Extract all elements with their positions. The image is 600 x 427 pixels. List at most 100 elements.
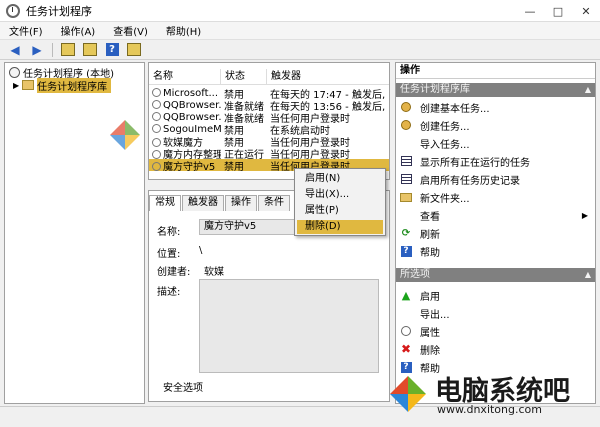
section-library-label: 任务计划程序库 xyxy=(400,84,470,95)
section-selected-header[interactable]: 所选项 ▲ xyxy=(396,268,595,282)
expand-arrow-icon[interactable]: ▶ xyxy=(13,81,19,90)
history-icon xyxy=(400,173,412,185)
brand-logo xyxy=(390,376,426,412)
action-import-task[interactable]: 导入任务... xyxy=(400,136,592,151)
action-pane-header: 操作 xyxy=(396,63,595,79)
description-label: 描述: xyxy=(157,287,181,298)
author-label: 创建者: xyxy=(157,267,191,278)
action-new-folder[interactable]: 新文件夹... xyxy=(400,190,592,205)
refresh-icon: ⟳ xyxy=(401,227,411,239)
tree-item-library[interactable]: ▶ 任务计划程序库 xyxy=(13,77,112,93)
gear-icon xyxy=(400,119,412,131)
section-selected-label: 所选项 xyxy=(400,269,430,280)
action-enable-history[interactable]: 启用所有任务历史记录 xyxy=(400,172,592,187)
blank-icon xyxy=(400,137,412,149)
action-pane-icon xyxy=(127,43,141,56)
location-label: 位置: xyxy=(157,249,181,260)
description-field[interactable] xyxy=(199,279,379,373)
folder-icon xyxy=(400,191,412,203)
tab-actions[interactable]: 操作 xyxy=(225,195,257,211)
maximize-button[interactable]: □ xyxy=(544,0,572,22)
task-list: 名称 状态 触发器 Microsoft... 禁用 在每天的 17:47 - 触… xyxy=(148,62,390,180)
action-refresh[interactable]: ⟳ 刷新 xyxy=(400,226,592,241)
action-delete[interactable]: ✖ 删除 xyxy=(400,342,592,357)
menu-bar: 文件(F) 操作(A) 查看(V) 帮助(H) xyxy=(0,22,600,40)
action-create-basic-task[interactable]: 创建基本任务... xyxy=(400,100,592,115)
help-icon: ? xyxy=(400,245,412,257)
context-properties[interactable]: 属性(P) xyxy=(297,204,383,218)
tab-conditions[interactable]: 条件 xyxy=(258,195,290,211)
up-arrow-icon: ▲ xyxy=(401,288,411,302)
help-button[interactable]: ? xyxy=(103,42,121,58)
watermark-logo xyxy=(110,120,140,150)
brand-watermark: 电脑系统吧 www.dnxitong.com xyxy=(377,357,600,427)
tree-item-label: 任务计划程序库 xyxy=(37,77,112,93)
row-name: QQBrowser... xyxy=(149,99,221,111)
name-value: 魔方守护v5 xyxy=(204,221,257,232)
tab-general[interactable]: 常规 xyxy=(149,195,181,211)
collapse-caret-icon[interactable]: ▲ xyxy=(585,268,591,282)
back-arrow-icon[interactable]: ◀ xyxy=(6,42,24,58)
action-properties[interactable]: 属性 xyxy=(400,324,592,339)
task-icon xyxy=(152,111,161,121)
task-icon xyxy=(152,123,161,133)
context-export[interactable]: 导出(X)... xyxy=(297,188,383,202)
action-export[interactable]: 导出... xyxy=(400,306,592,321)
title-bar: 任务计划程序 — □ ✕ xyxy=(0,0,600,22)
window-title: 任务计划程序 xyxy=(26,4,92,18)
panel-icon xyxy=(61,43,75,56)
list-icon xyxy=(400,155,412,167)
blank-icon xyxy=(400,209,412,221)
row-status: 禁用 xyxy=(224,161,244,173)
row-name: Microsoft... xyxy=(149,87,221,99)
toolbar: ◀ ▶ ? xyxy=(0,40,600,60)
context-delete[interactable]: 删除(D) xyxy=(297,220,383,234)
security-options-label: 安全选项 xyxy=(163,383,203,394)
submenu-arrow-icon: ▶ xyxy=(581,210,588,220)
location-value: \ xyxy=(199,245,203,256)
task-icon xyxy=(152,87,161,97)
name-label: 名称: xyxy=(157,227,181,238)
collapse-caret-icon[interactable]: ▲ xyxy=(585,83,591,97)
task-icon xyxy=(152,99,161,109)
section-library-header[interactable]: 任务计划程序库 ▲ xyxy=(396,83,595,97)
list-header: 名称 状态 触发器 xyxy=(149,69,389,85)
context-enable[interactable]: 启用(N) xyxy=(297,172,383,186)
show-hide-action-button[interactable] xyxy=(125,42,143,58)
menu-file[interactable]: 文件(F) xyxy=(0,23,52,38)
action-enable[interactable]: ▲ 启用 xyxy=(400,288,592,303)
forward-arrow-icon[interactable]: ▶ xyxy=(28,42,46,58)
gear-icon xyxy=(400,101,412,113)
delete-x-icon: ✖ xyxy=(400,342,412,356)
brand-url: www.dnxitong.com xyxy=(437,403,542,416)
blank-icon xyxy=(400,307,412,319)
tab-triggers[interactable]: 触发器 xyxy=(182,195,224,211)
toolbar-separator xyxy=(52,42,53,57)
detail-tabs: 常规 触发器 操作 条件 xyxy=(149,195,291,211)
action-pane: 操作 任务计划程序库 ▲ 创建基本任务... 创建任务... 导入任务... 显… xyxy=(395,62,596,404)
column-trigger[interactable]: 触发器 xyxy=(267,69,389,84)
clock-icon xyxy=(400,325,412,337)
tree-pane: 任务计划程序 (本地) ▶ 任务计划程序库 xyxy=(4,62,145,404)
show-hide-tree-button[interactable] xyxy=(59,42,77,58)
close-button[interactable]: ✕ xyxy=(572,0,600,22)
row-name: 魔方守护v5 xyxy=(149,158,221,173)
action-help[interactable]: ? 帮助 xyxy=(400,244,592,259)
action-show-running[interactable]: 显示所有正在运行的任务 xyxy=(400,154,592,169)
folder-icon xyxy=(22,80,35,90)
action-create-task[interactable]: 创建任务... xyxy=(400,118,592,133)
properties-icon xyxy=(83,43,97,56)
help-icon: ? xyxy=(105,43,119,56)
context-menu: 启用(N) 导出(X)... 属性(P) 删除(D) xyxy=(294,168,386,236)
menu-view[interactable]: 查看(V) xyxy=(104,23,157,38)
task-icon xyxy=(152,161,161,171)
column-name[interactable]: 名称 xyxy=(149,69,221,84)
window-controls: — □ ✕ xyxy=(516,0,600,22)
menu-action[interactable]: 操作(A) xyxy=(52,23,105,38)
column-status[interactable]: 状态 xyxy=(221,69,267,84)
action-view[interactable]: 查看 ▶ xyxy=(400,208,592,223)
minimize-button[interactable]: — xyxy=(516,0,544,22)
row-name: QQBrowser... xyxy=(149,111,221,123)
menu-help[interactable]: 帮助(H) xyxy=(157,23,210,38)
properties-button[interactable] xyxy=(81,42,99,58)
